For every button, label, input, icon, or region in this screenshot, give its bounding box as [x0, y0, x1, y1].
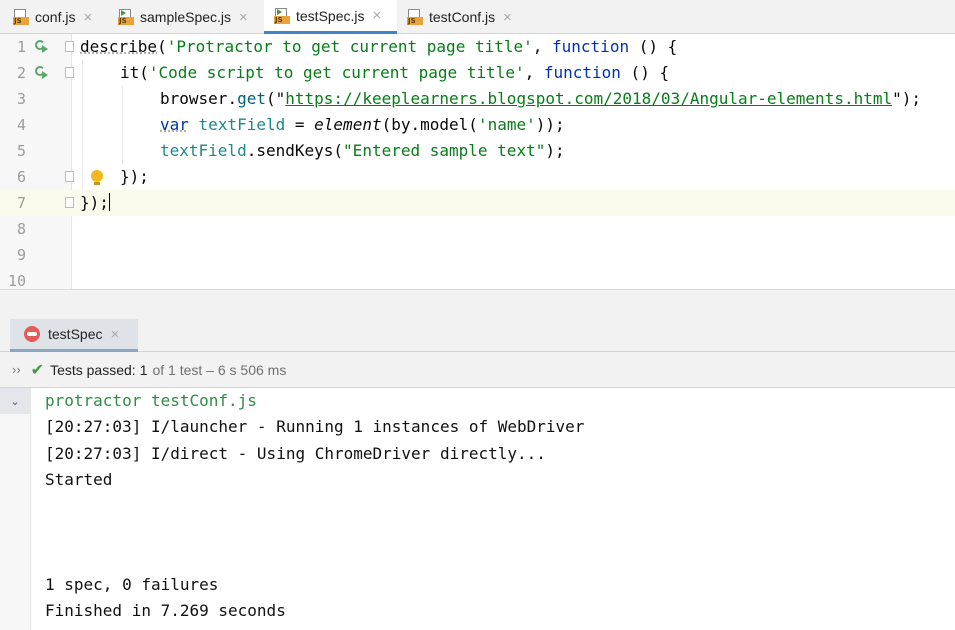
- line-number: 5: [16, 142, 26, 160]
- js-test-file-icon: JS: [118, 9, 134, 25]
- tab-label: testSpec.js: [296, 7, 365, 24]
- fold-icon[interactable]: [65, 197, 74, 208]
- code-line: 2 it('Code script to get current page ti…: [0, 60, 955, 86]
- close-icon[interactable]: ×: [83, 9, 92, 26]
- close-icon[interactable]: ×: [372, 7, 381, 24]
- tab-label: sampleSpec.js: [140, 9, 232, 25]
- lightbulb-icon[interactable]: [91, 170, 103, 186]
- close-icon[interactable]: ×: [110, 326, 119, 343]
- line-number: 8: [16, 220, 26, 238]
- expand-icon[interactable]: ››: [12, 362, 21, 377]
- tab-testconf-js[interactable]: JS testConf.js ×: [407, 0, 512, 34]
- console-output[interactable]: protractor testConf.js [20:27:03] I/laun…: [45, 388, 945, 625]
- code-text: textField.sendKeys("Entered sample text"…: [160, 141, 565, 160]
- console-line: 1 spec, 0 failures: [45, 575, 219, 595]
- line-number: 3: [16, 90, 26, 108]
- tab-testspec-js[interactable]: JS testSpec.js ×: [264, 0, 397, 34]
- line-number: 1: [16, 38, 26, 56]
- tab-label: testConf.js: [429, 9, 496, 25]
- url-link[interactable]: https://keeplearners.blogspot.com/2018/0…: [285, 89, 892, 108]
- protractor-config-icon: [24, 326, 40, 342]
- fold-icon[interactable]: [65, 67, 74, 78]
- code-line: 5 textField.sendKeys("Entered sample tex…: [0, 138, 955, 164]
- code-line: 6 });: [0, 164, 955, 190]
- close-icon[interactable]: ×: [239, 9, 248, 26]
- fold-icon[interactable]: [65, 171, 74, 182]
- editor-tab-bar: JS conf.js × JS sampleSpec.js × JS testS…: [0, 0, 955, 34]
- tests-passed-label: Tests passed:: [50, 361, 136, 378]
- console-toolbar: [0, 388, 31, 630]
- tests-passed-detail: of 1 test – 6 s 506 ms: [152, 361, 287, 378]
- run-tab-bar: testSpec ×: [0, 319, 955, 352]
- line-number: 6: [16, 168, 26, 186]
- code-editor[interactable]: 1 describe('Protractor to get current pa…: [0, 34, 955, 289]
- js-file-icon: JS: [13, 9, 29, 25]
- tab-run-testspec[interactable]: testSpec ×: [10, 319, 138, 352]
- tab-conf-js[interactable]: JS conf.js ×: [13, 0, 92, 34]
- panel-splitter[interactable]: [0, 289, 955, 319]
- line-number: 9: [16, 246, 26, 264]
- check-icon: ✔: [30, 361, 45, 379]
- console-line: [20:27:03] I/direct - Using ChromeDriver…: [45, 443, 546, 463]
- console-line: protractor testConf.js: [45, 391, 257, 410]
- code-text: it('Code script to get current page titl…: [120, 63, 670, 82]
- tab-label: conf.js: [35, 9, 76, 25]
- line-number: 4: [16, 116, 26, 134]
- run-tab-label: testSpec: [48, 326, 103, 342]
- code-text: describe('Protractor to get current page…: [80, 37, 678, 56]
- code-line: 8: [0, 216, 955, 242]
- console-line: Started: [45, 469, 113, 489]
- code-line: 3 browser.get("https://keeplearners.blog…: [0, 86, 955, 112]
- test-status-bar: ›› ✔ Tests passed: 1 of 1 test – 6 s 506…: [0, 352, 955, 388]
- line-number: 10: [7, 272, 26, 289]
- tests-passed-count: 1: [139, 361, 148, 378]
- line-number: 2: [16, 64, 26, 82]
- chevron-down-icon[interactable]: ⌄: [0, 388, 30, 414]
- code-text: browser.get("https://keeplearners.blogsp…: [160, 89, 922, 108]
- console-line: [20:27:03] I/launcher - Running 1 instan…: [45, 417, 585, 437]
- console-line: Finished in 7.269 seconds: [45, 601, 286, 621]
- run-test-icon[interactable]: [35, 40, 49, 54]
- code-line: 10: [0, 268, 955, 289]
- fold-icon[interactable]: [65, 41, 74, 52]
- code-line: 1 describe('Protractor to get current pa…: [0, 34, 955, 60]
- js-file-icon: JS: [407, 9, 423, 25]
- code-text: });: [80, 193, 110, 212]
- tab-samplespec-js[interactable]: JS sampleSpec.js ×: [118, 0, 248, 34]
- code-line: 9: [0, 242, 955, 268]
- code-text: });: [120, 167, 149, 186]
- js-test-file-icon: JS: [274, 7, 290, 24]
- code-line: 4 var textField = element(by.model('name…: [0, 112, 955, 138]
- close-icon[interactable]: ×: [503, 9, 512, 26]
- code-line-current: 7 });: [0, 190, 955, 216]
- text-caret: [108, 193, 110, 211]
- run-test-icon[interactable]: [35, 66, 49, 80]
- line-number: 7: [16, 194, 26, 212]
- code-text: var textField = element(by.model('name')…: [160, 115, 565, 134]
